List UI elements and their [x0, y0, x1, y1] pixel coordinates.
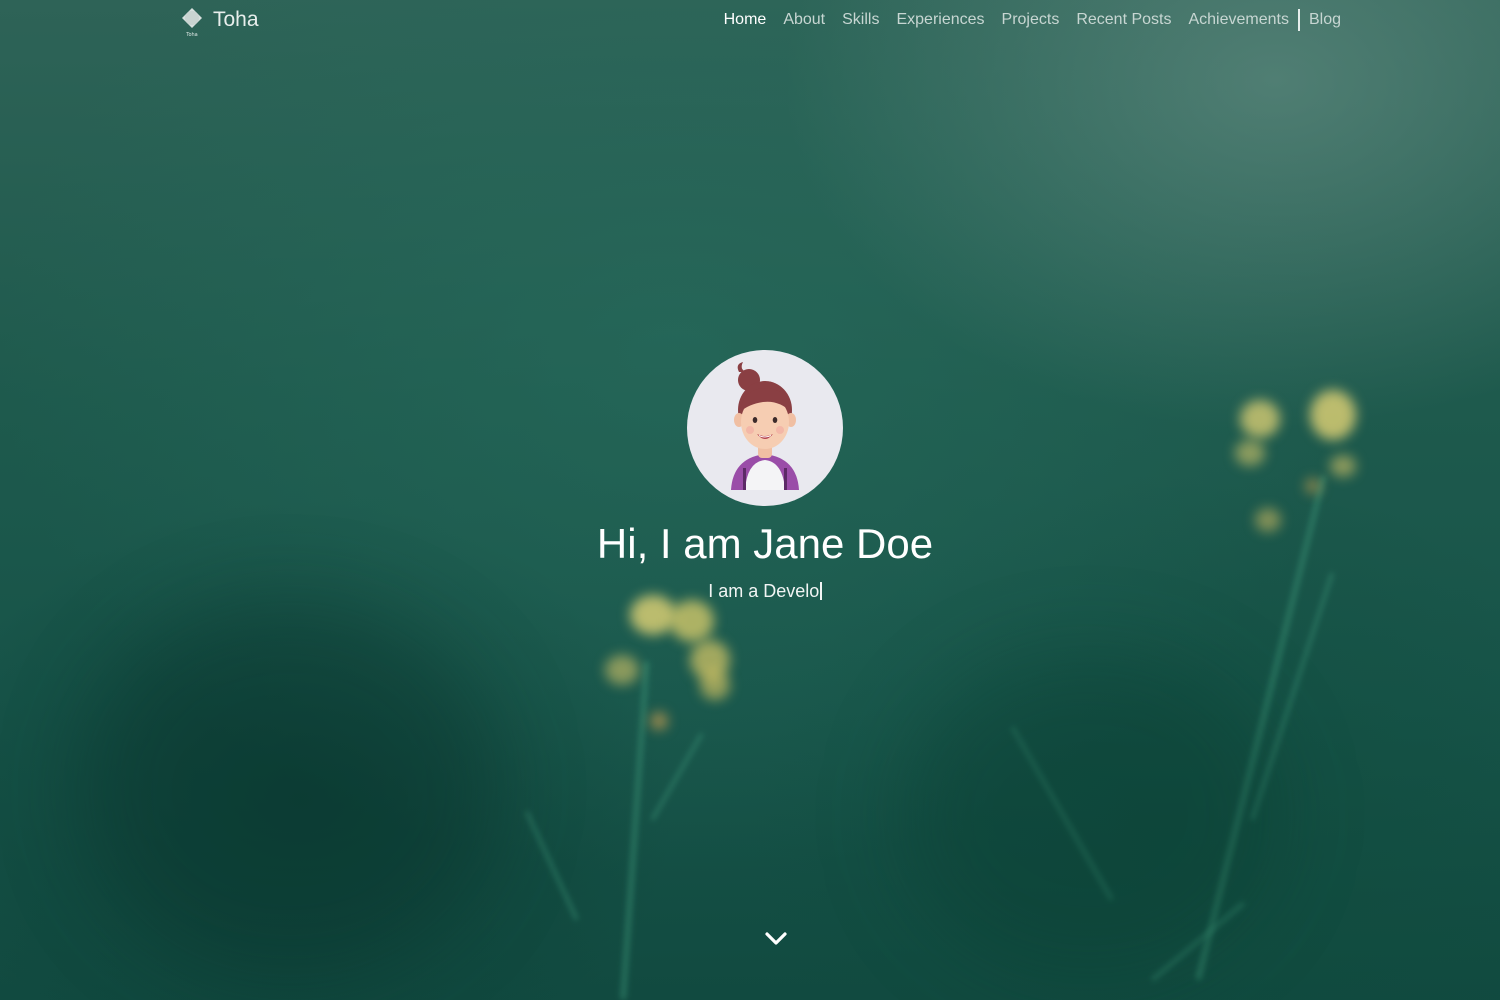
nav-link-blog[interactable]: Blog — [1309, 8, 1341, 32]
brand-name: Toha — [213, 8, 259, 31]
nav-link-projects[interactable]: Projects — [1002, 8, 1060, 32]
chevron-down-icon — [762, 932, 790, 954]
brand-link[interactable]: Toha Toha — [180, 6, 259, 40]
nav-links: Home About Skills Experiences Projects R… — [724, 8, 1341, 32]
typing-cursor — [820, 582, 822, 600]
female-avatar-icon — [687, 350, 843, 506]
nav-divider — [1297, 9, 1300, 31]
toha-logo-icon: Toha — [180, 6, 204, 40]
nav-link-home[interactable]: Home — [724, 8, 767, 32]
typing-text: I am a Develo — [0, 578, 1500, 604]
nav-link-skills[interactable]: Skills — [842, 8, 879, 32]
typing-text-content: I am a Develo — [708, 581, 820, 601]
nav-link-recent-posts[interactable]: Recent Posts — [1076, 8, 1171, 32]
logo-caption: Toha — [186, 32, 198, 38]
navbar: Toha Toha Home About Skills Experiences … — [0, 0, 1500, 40]
nav-link-experiences[interactable]: Experiences — [896, 8, 984, 32]
scroll-down-button[interactable] — [762, 926, 790, 950]
hero-greeting: Hi, I am Jane Doe — [596, 520, 934, 567]
nav-link-about[interactable]: About — [783, 8, 825, 32]
hero-section: Toha Toha Home About Skills Experiences … — [0, 0, 1500, 1000]
nav-link-achievements[interactable]: Achievements — [1188, 8, 1289, 32]
